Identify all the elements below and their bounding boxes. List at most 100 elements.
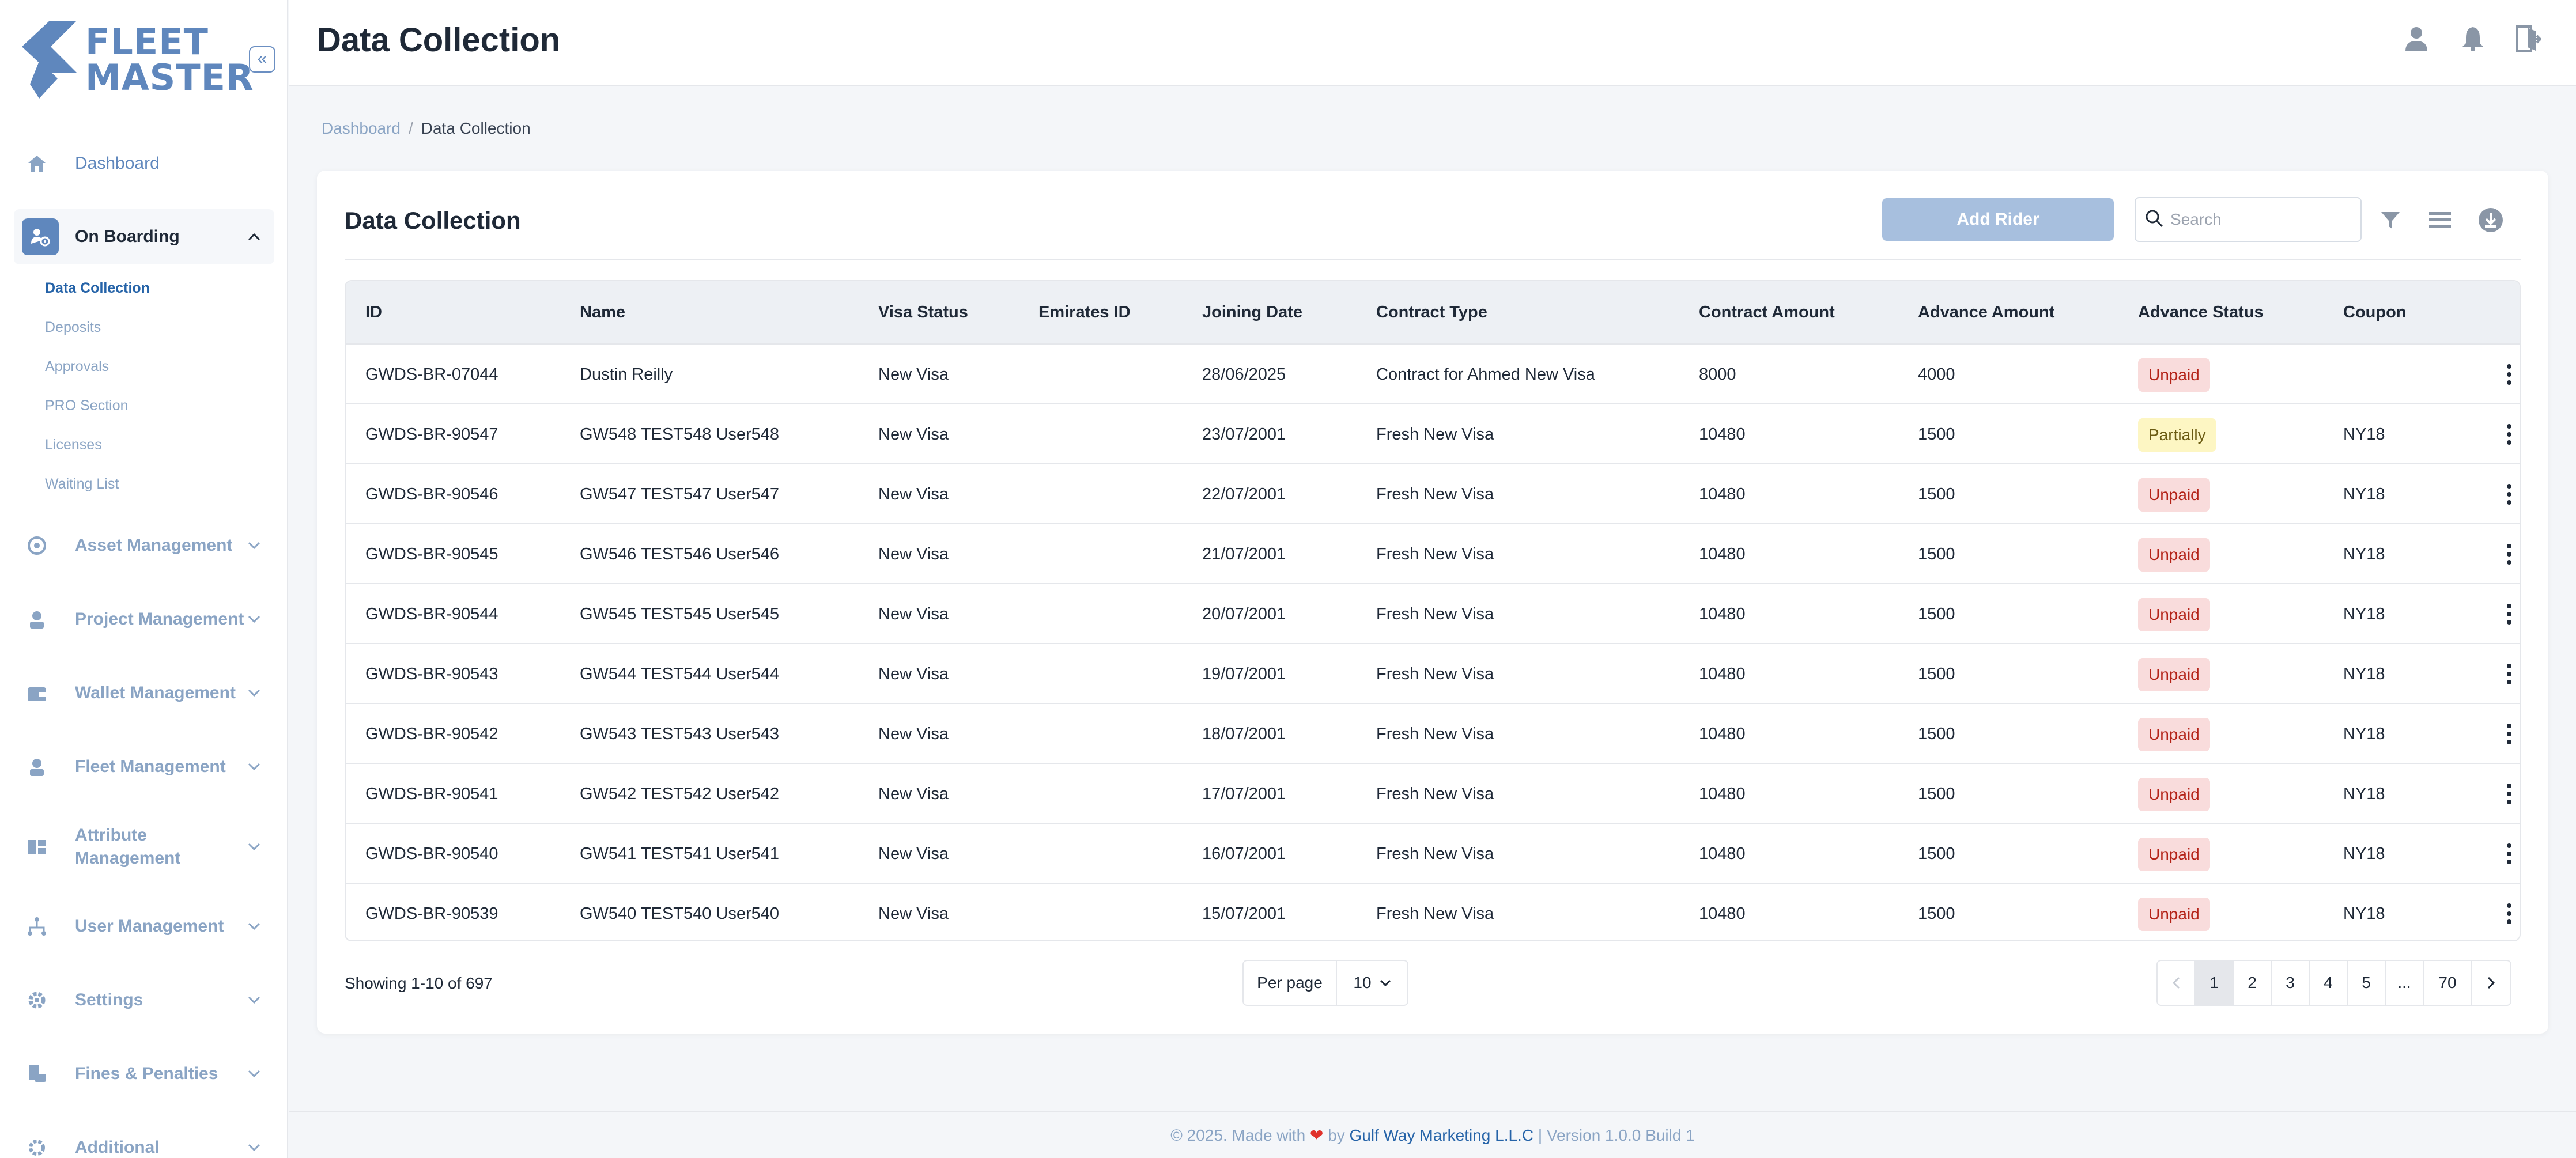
- sidebar-item-label: Wallet Management: [75, 683, 236, 702]
- breadcrumb-separator: /: [408, 119, 413, 137]
- cell-coupon: NY18: [2343, 545, 2385, 563]
- column-header-advance-amount[interactable]: Advance Amount: [1918, 302, 2054, 323]
- row-actions-more-icon[interactable]: [2505, 901, 2514, 926]
- chevron-down-icon: [245, 1065, 263, 1083]
- cell-contract-type: Fresh New Visa: [1376, 785, 1494, 803]
- filter-icon[interactable]: [2378, 207, 2403, 233]
- additional-icon: [25, 1136, 48, 1158]
- subnav-approvals[interactable]: Approvals: [45, 358, 109, 375]
- search-box[interactable]: [2135, 197, 2362, 242]
- sidebar-item-attribute-management[interactable]: Attribute Management: [14, 819, 274, 875]
- page-button-5[interactable]: 5: [2348, 961, 2386, 1005]
- column-header-joining-date[interactable]: Joining Date: [1202, 302, 1302, 323]
- subnav-licenses[interactable]: Licenses: [45, 436, 102, 453]
- sidebar-item-settings[interactable]: Settings: [14, 972, 274, 1028]
- columns-list-icon[interactable]: [2427, 207, 2453, 233]
- table-row[interactable]: GWDS-BR-90547 GW548 TEST548 User548 New Vi…: [346, 403, 2520, 463]
- collapse-sidebar-button[interactable]: «: [249, 46, 275, 73]
- column-header-contract-type[interactable]: Contract Type: [1376, 302, 1487, 323]
- download-icon[interactable]: [2478, 207, 2503, 233]
- add-rider-button[interactable]: Add Rider: [1882, 198, 2114, 241]
- sidebar-item-on-boarding[interactable]: On Boarding: [14, 209, 274, 264]
- table-row[interactable]: GWDS-BR-07044 Dustin Reilly New Visa 28/06/…: [346, 343, 2520, 403]
- breadcrumb-dashboard-link[interactable]: Dashboard: [322, 119, 401, 137]
- onboarding-icon: [22, 218, 59, 255]
- subnav-pro-section[interactable]: PRO Section: [45, 397, 129, 414]
- sidebar-item-wallet-management[interactable]: Wallet Management: [14, 665, 274, 721]
- subnav-data-collection[interactable]: Data Collection: [45, 279, 150, 297]
- sidebar-item-fines-penalties[interactable]: Fines & Penalties: [14, 1046, 274, 1102]
- per-page-select[interactable]: Per page 10: [1242, 960, 1408, 1006]
- column-header-advance-status[interactable]: Advance Status: [2138, 302, 2264, 323]
- cell-contract-amount: 10480: [1699, 605, 1746, 623]
- logout-icon[interactable]: [2514, 24, 2543, 53]
- chevron-down-icon: [245, 1139, 263, 1156]
- cell-contract-amount: 10480: [1699, 845, 1746, 863]
- sidebar-item-asset-management[interactable]: Asset Management: [14, 518, 274, 573]
- search-input[interactable]: [2170, 210, 2343, 229]
- page-button-3[interactable]: 3: [2272, 961, 2310, 1005]
- row-actions-more-icon[interactable]: [2505, 601, 2514, 627]
- prev-page-button[interactable]: [2158, 961, 2196, 1005]
- data-collection-card: Data Collection Add Rider ID Name Visa S…: [317, 171, 2548, 1034]
- cell-coupon: NY18: [2343, 485, 2385, 504]
- table-row[interactable]: GWDS-BR-90544 GW545 TEST545 User545 New Vi…: [346, 583, 2520, 643]
- cell-coupon: NY18: [2343, 845, 2385, 863]
- row-actions-more-icon[interactable]: [2505, 781, 2514, 807]
- cell-advance-amount: 1500: [1918, 665, 1955, 683]
- row-actions-more-icon[interactable]: [2505, 661, 2514, 687]
- page-button-70[interactable]: 70: [2424, 961, 2472, 1005]
- subnav-waiting-list[interactable]: Waiting List: [45, 475, 119, 493]
- cell-id: GWDS-BR-90541: [365, 785, 498, 803]
- cell-visa-status: New Visa: [878, 665, 949, 683]
- sidebar-item-dashboard[interactable]: Dashboard: [14, 136, 274, 191]
- row-actions-more-icon[interactable]: [2505, 721, 2514, 747]
- per-page-value-wrap[interactable]: 10: [1337, 974, 1407, 992]
- table-row[interactable]: GWDS-BR-90543 GW544 TEST544 User544 New Vi…: [346, 643, 2520, 703]
- table-row[interactable]: GWDS-BR-90541 GW542 TEST542 User542 New Vi…: [346, 763, 2520, 823]
- sidebar-item-project-management[interactable]: Project Management: [14, 592, 274, 647]
- fleet-master-logo[interactable]: FLEET MASTER: [22, 21, 254, 99]
- cell-coupon: NY18: [2343, 425, 2385, 444]
- page-button-4[interactable]: 4: [2310, 961, 2348, 1005]
- bell-icon[interactable]: [2458, 24, 2487, 53]
- cell-visa-status: New Visa: [878, 725, 949, 743]
- table-row[interactable]: GWDS-BR-90540 GW541 TEST541 User541 New Vi…: [346, 823, 2520, 883]
- cell-visa-status: New Visa: [878, 785, 949, 803]
- next-page-button[interactable]: [2472, 961, 2510, 1005]
- column-header-id[interactable]: ID: [365, 302, 382, 323]
- sidebar-item-fleet-management[interactable]: Fleet Management: [14, 739, 274, 794]
- chevron-down-icon: [1380, 979, 1391, 986]
- pagination: 1 2 3 4 5 ... 70: [2156, 960, 2511, 1006]
- row-actions-more-icon[interactable]: [2505, 362, 2514, 387]
- cell-advance-amount: 1500: [1918, 605, 1955, 623]
- sidebar-item-additional[interactable]: Additional: [14, 1120, 274, 1158]
- column-header-name[interactable]: Name: [580, 302, 625, 323]
- footer-company-link[interactable]: Gulf Way Marketing L.L.C: [1350, 1126, 1534, 1144]
- user-profile-icon[interactable]: [2402, 24, 2431, 53]
- cell-contract-type: Contract for Ahmed New Visa: [1376, 365, 1595, 384]
- sidebar-item-label-line-2: Management: [75, 849, 181, 868]
- cell-advance-amount: 1500: [1918, 725, 1955, 743]
- column-header-emirates-id[interactable]: Emirates ID: [1038, 302, 1131, 323]
- table-row[interactable]: GWDS-BR-90546 GW547 TEST547 User547 New Vi…: [346, 463, 2520, 523]
- subnav-deposits[interactable]: Deposits: [45, 319, 101, 336]
- column-header-visa-status[interactable]: Visa Status: [878, 302, 968, 323]
- cell-coupon: NY18: [2343, 665, 2385, 683]
- column-header-contract-amount[interactable]: Contract Amount: [1699, 302, 1835, 323]
- advance-status-badge: Unpaid: [2138, 718, 2210, 751]
- project-icon: [25, 608, 48, 631]
- row-actions-more-icon[interactable]: [2505, 841, 2514, 866]
- page-button-1[interactable]: 1: [2196, 961, 2234, 1005]
- row-actions-more-icon[interactable]: [2505, 542, 2514, 567]
- row-actions-more-icon[interactable]: [2505, 482, 2514, 507]
- column-header-coupon[interactable]: Coupon: [2343, 302, 2407, 323]
- sidebar-item-user-management[interactable]: User Management: [14, 899, 274, 954]
- table-row[interactable]: GWDS-BR-90539 GW540 TEST540 User540 New Vi…: [346, 883, 2520, 940]
- cell-id: GWDS-BR-90542: [365, 725, 498, 743]
- home-icon: [25, 152, 48, 175]
- table-row[interactable]: GWDS-BR-90545 GW546 TEST546 User546 New Vi…: [346, 523, 2520, 583]
- row-actions-more-icon[interactable]: [2505, 422, 2514, 447]
- table-row[interactable]: GWDS-BR-90542 GW543 TEST543 User543 New Vi…: [346, 703, 2520, 763]
- page-button-2[interactable]: 2: [2234, 961, 2272, 1005]
